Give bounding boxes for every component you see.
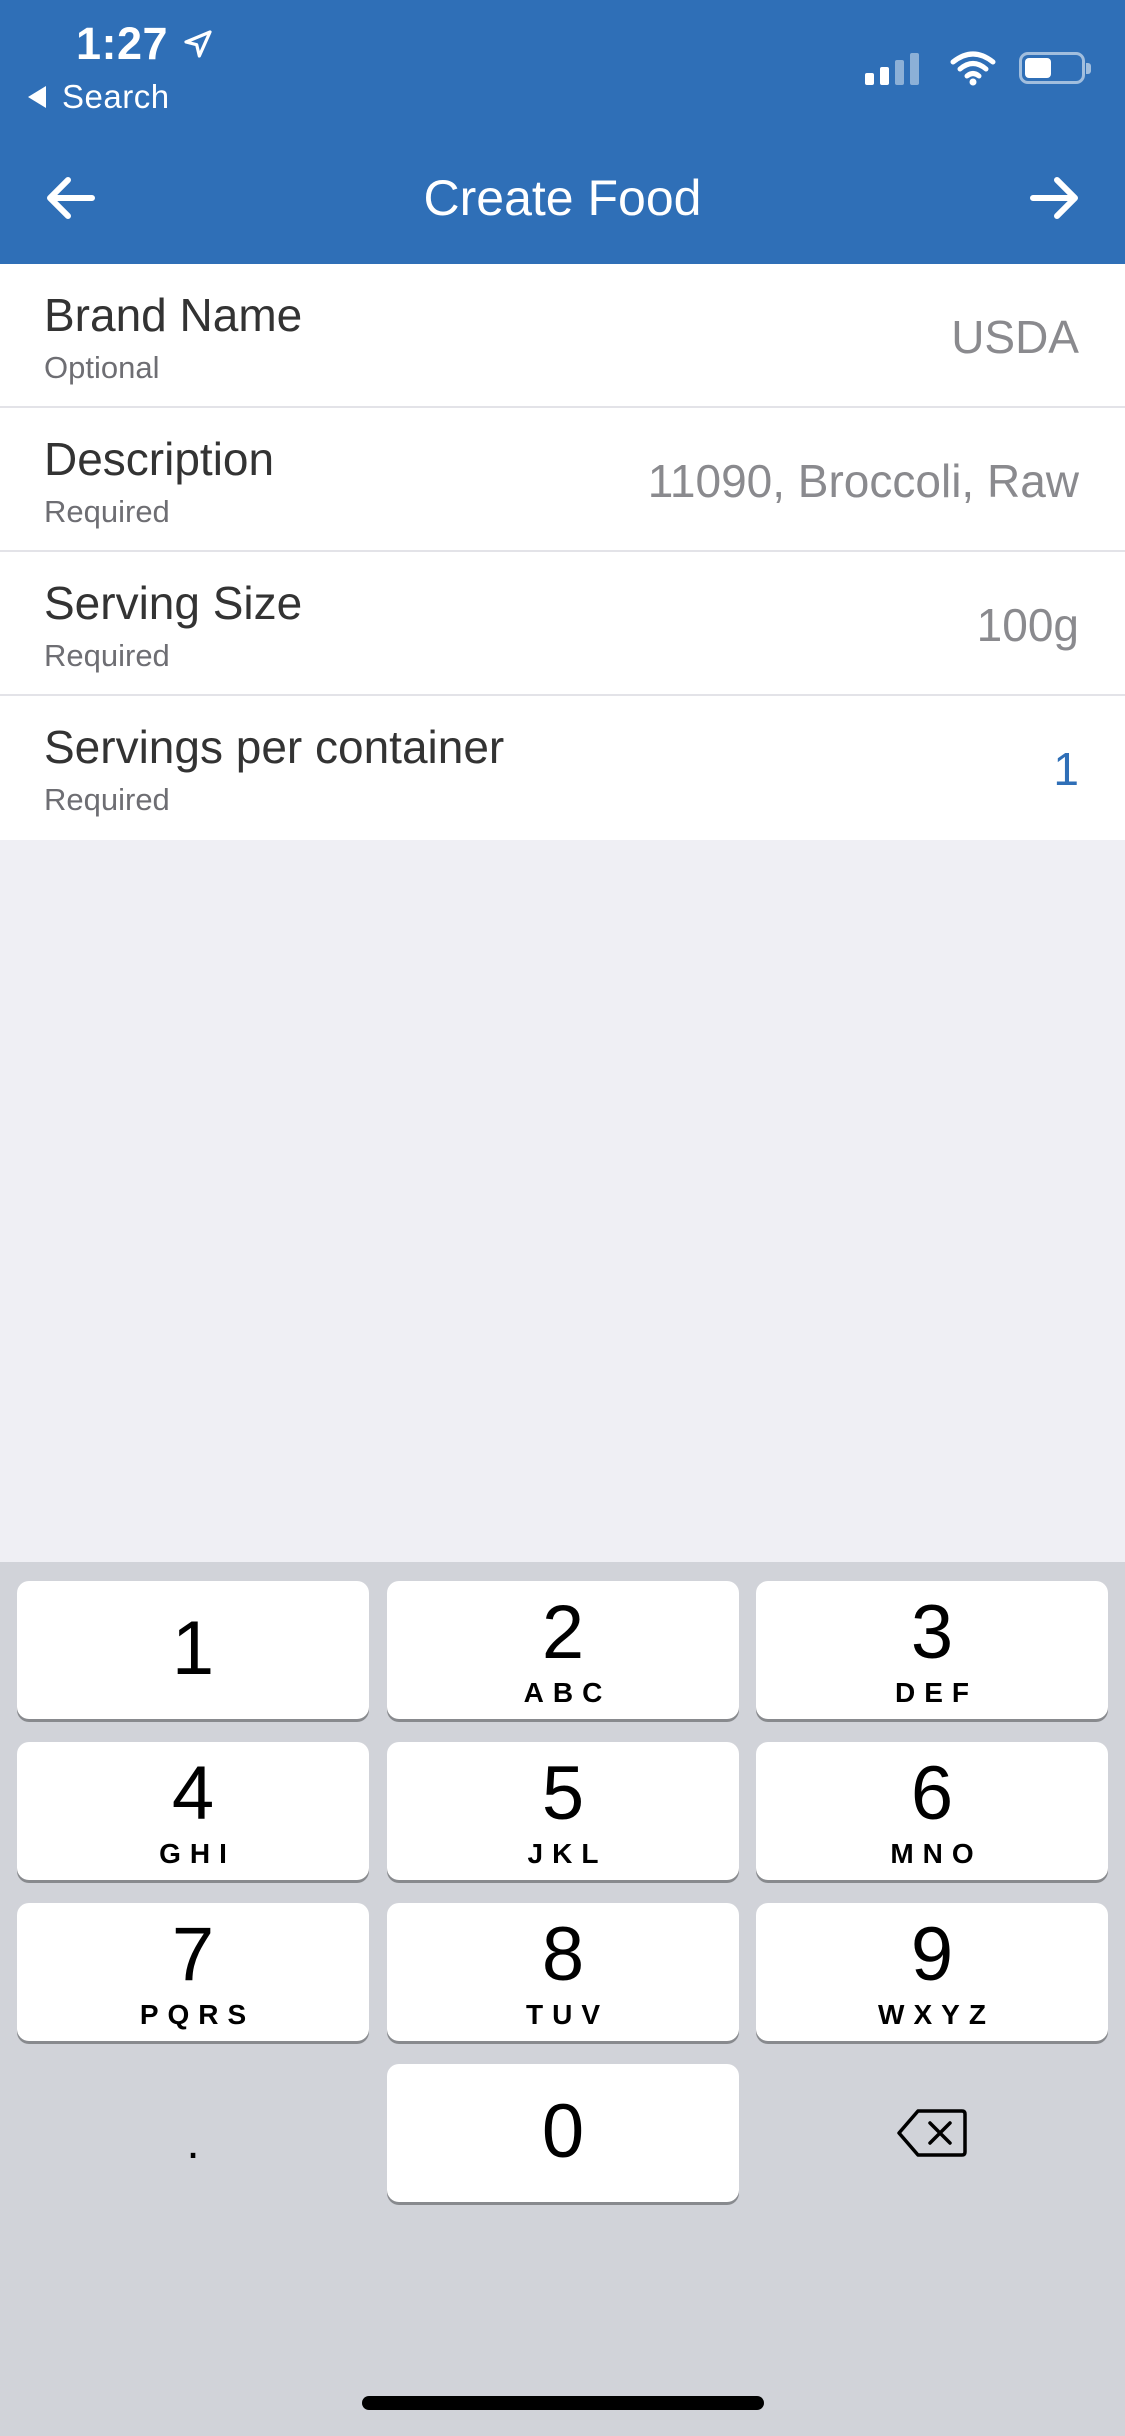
key-letters: WXYZ (878, 1999, 995, 2030)
back-to-app-label: Search (62, 78, 170, 115)
brand-name-field[interactable]: USDA (951, 310, 1079, 364)
key-4[interactable]: 4 GHI (17, 1742, 369, 1880)
delete-key[interactable] (756, 2064, 1108, 2202)
page-title: Create Food (423, 170, 702, 226)
numeric-keypad: 1 2 ABC 3 DEF 4 GHI 5 JKL 6 MNO 7 PQRS 8… (0, 1562, 1125, 2436)
key-digit: 4 (171, 1751, 215, 1836)
serving-size-field[interactable]: 100g (977, 598, 1079, 652)
description-row[interactable]: Description Required 11090, Broccoli, Ra… (0, 408, 1125, 552)
key-letters: PQRS (139, 1999, 256, 2030)
key-1[interactable]: 1 (17, 1581, 369, 1719)
key-digit: 9 (910, 1912, 954, 1997)
serving-size-row[interactable]: Serving Size Required 100g (0, 552, 1125, 696)
row-sublabel: Required (44, 638, 170, 673)
wifi-icon (950, 51, 996, 86)
key-digit: 6 (910, 1751, 954, 1836)
key-digit: 5 (541, 1751, 585, 1836)
create-food-form: Brand Name Optional USDA Description Req… (0, 264, 1125, 840)
backspace-icon (897, 2109, 967, 2157)
decimal-label: . (186, 2115, 200, 2169)
key-digit: 7 (171, 1912, 215, 1997)
cellular-signal-icon (865, 51, 925, 85)
status-indicators (865, 50, 1091, 86)
row-sublabel: Required (44, 494, 170, 529)
battery-icon (1019, 52, 1091, 84)
back-to-app-link[interactable]: Search (28, 78, 170, 116)
forward-button[interactable] (1025, 168, 1085, 228)
key-letters: DEF (895, 1677, 978, 1708)
key-3[interactable]: 3 DEF (756, 1581, 1108, 1719)
navigation-header: 1:27 Search Create Food (0, 0, 1125, 264)
key-digit: 2 (541, 1590, 585, 1675)
key-2[interactable]: 2 ABC (387, 1581, 739, 1719)
key-5[interactable]: 5 JKL (387, 1742, 739, 1880)
key-digit: 8 (541, 1912, 585, 1997)
status-time-label: 1:27 (76, 18, 169, 69)
servings-per-container-field[interactable]: 1 (1053, 742, 1079, 796)
row-sublabel: Required (44, 782, 170, 817)
arrow-right-icon (1030, 177, 1078, 219)
description-field[interactable]: 11090, Broccoli, Raw (648, 454, 1079, 508)
key-digit: 3 (910, 1590, 954, 1675)
brand-name-row[interactable]: Brand Name Optional USDA (0, 264, 1125, 408)
key-digit: 0 (541, 2089, 585, 2174)
key-letters: ABC (523, 1677, 612, 1708)
row-label: Description (44, 433, 275, 485)
key-6[interactable]: 6 MNO (756, 1742, 1108, 1880)
key-0[interactable]: 0 (387, 2064, 739, 2202)
key-letters: MNO (890, 1838, 983, 1869)
row-label: Brand Name (44, 289, 303, 341)
back-triangle-icon (28, 86, 46, 108)
key-letters: JKL (527, 1838, 608, 1869)
location-arrow-icon (184, 30, 212, 58)
row-label: Servings per container (44, 721, 505, 773)
status-time: 1:27 (76, 18, 214, 70)
key-letters: GHI (159, 1838, 236, 1869)
row-label: Serving Size (44, 577, 303, 629)
key-7[interactable]: 7 PQRS (17, 1903, 369, 2041)
key-letters: TUV (526, 1999, 609, 2030)
row-sublabel: Optional (44, 350, 160, 385)
key-digit: 1 (171, 1606, 215, 1691)
home-indicator (362, 2396, 764, 2410)
key-9[interactable]: 9 WXYZ (756, 1903, 1108, 2041)
servings-per-container-row[interactable]: Servings per container Required 1 (0, 696, 1125, 840)
key-8[interactable]: 8 TUV (387, 1903, 739, 2041)
decimal-key[interactable]: . (17, 2064, 369, 2202)
